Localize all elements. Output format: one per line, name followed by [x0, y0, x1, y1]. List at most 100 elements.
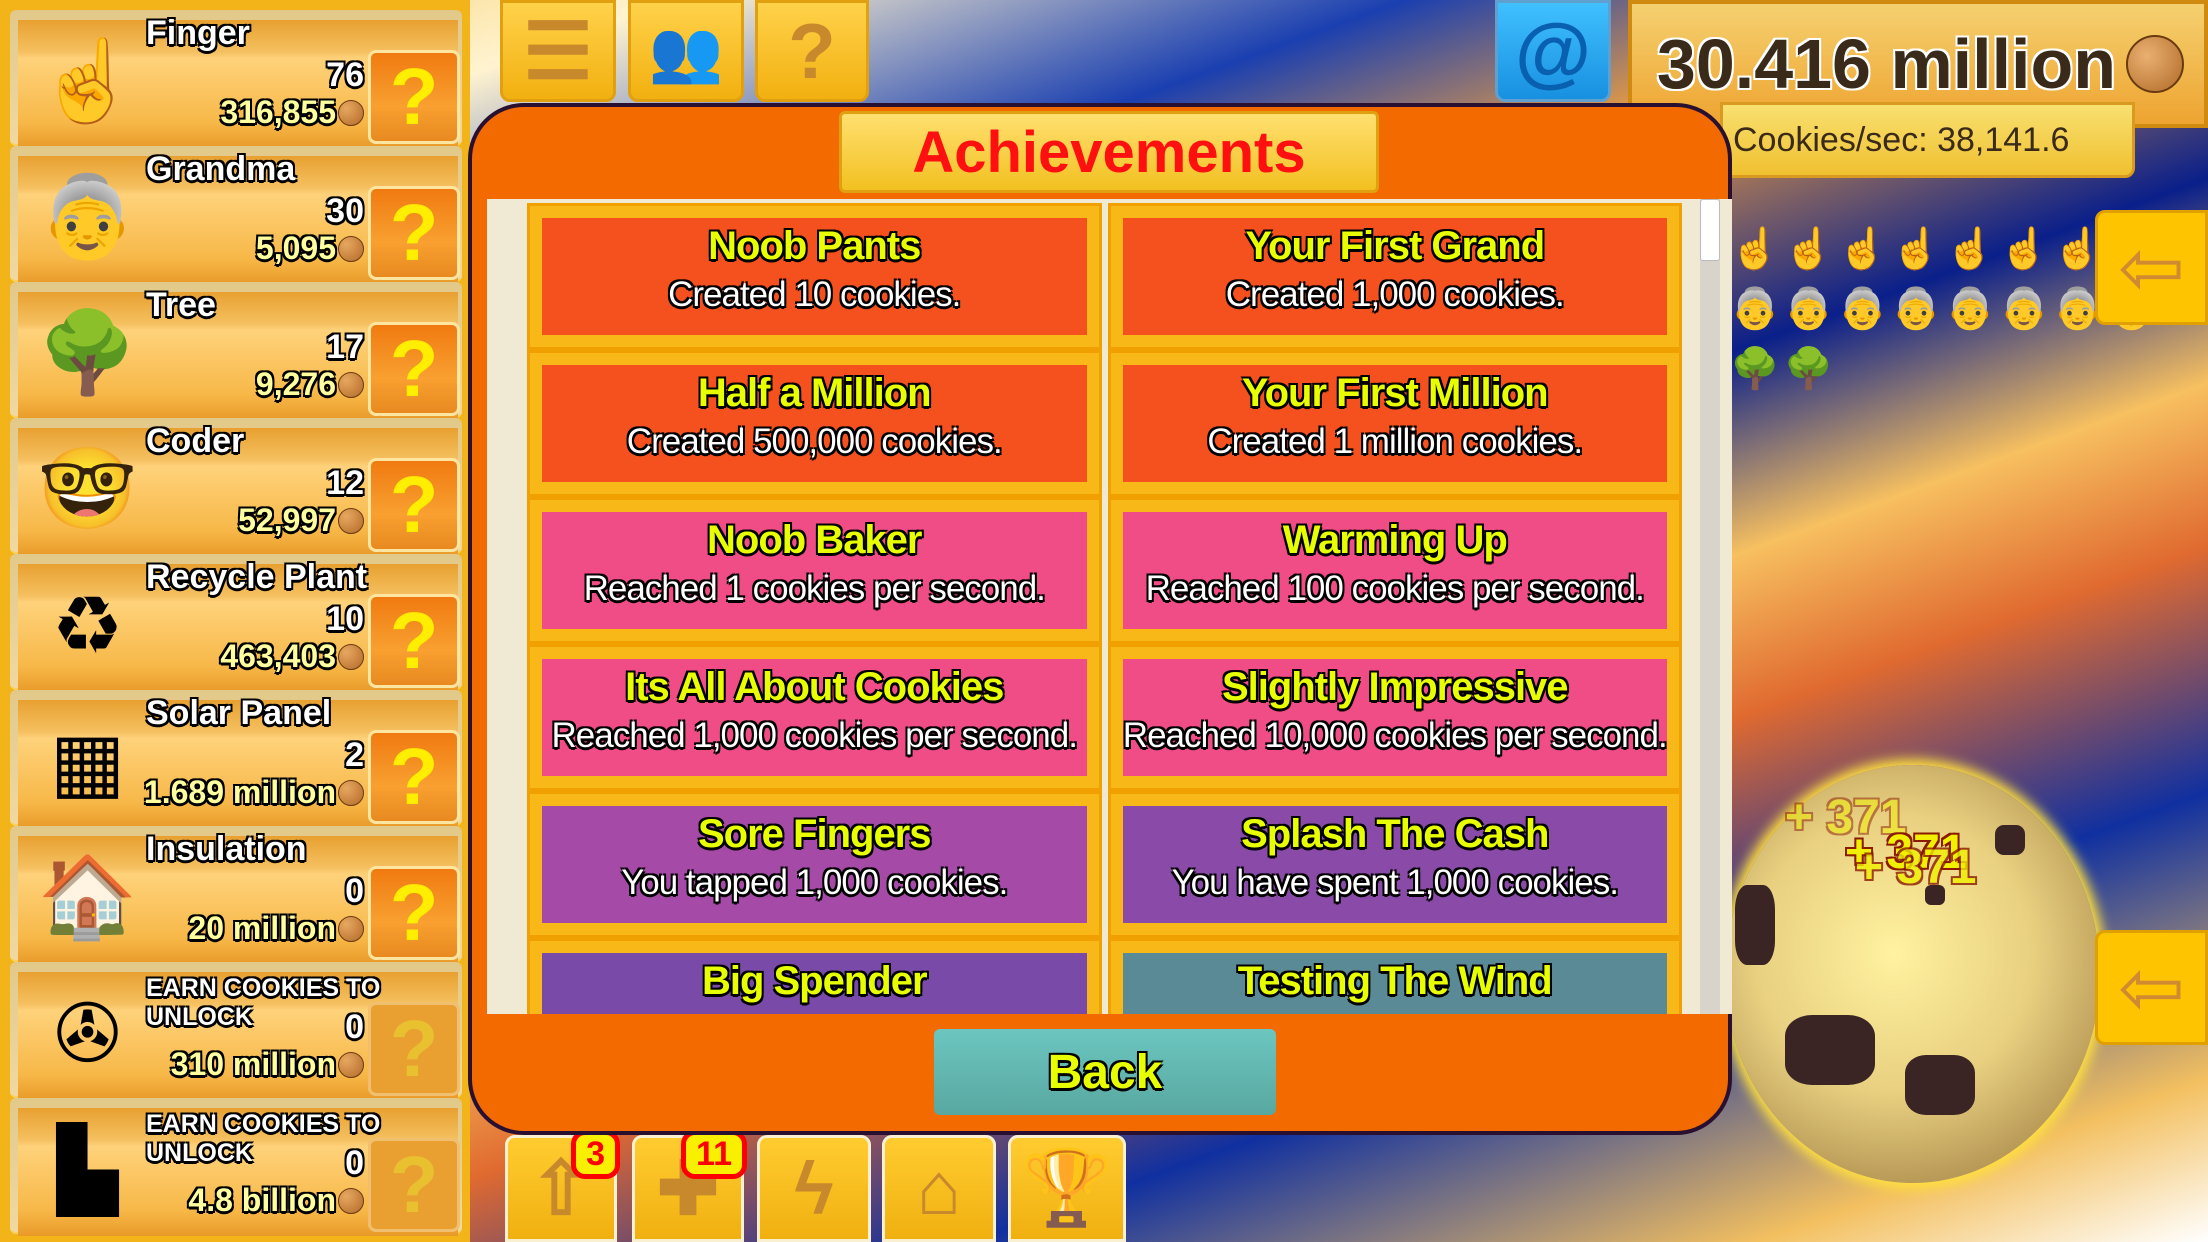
achievement-title: Noob Pants — [708, 224, 921, 268]
building-item[interactable]: ▦ Solar Panel 2 1.689 million ? — [10, 690, 462, 828]
achievement-card: Warming Up Reached 100 cookies per secon… — [1107, 497, 1682, 644]
cookie-icon — [338, 371, 364, 398]
achievement-card: Splash The Cash You have spent 1,000 coo… — [1107, 791, 1682, 938]
question-mark-icon: ? — [389, 324, 439, 413]
achievement-body: Your First Million Created 1 million coo… — [1122, 365, 1667, 482]
arrow-left-icon: ⇦ — [2117, 223, 2186, 312]
building-name: Coder — [146, 422, 245, 460]
info-button[interactable]: ? — [368, 866, 460, 960]
cookie-icon — [338, 1051, 364, 1078]
achievement-title: Warming Up — [1282, 518, 1508, 562]
shop-button[interactable]: ⌂ — [882, 1135, 996, 1242]
achievement-body: Your First Grand Created 1,000 cookies. — [1122, 218, 1667, 335]
achievement-card: Noob Baker Reached 1 cookies per second. — [527, 497, 1102, 644]
building-count: 30 — [326, 192, 364, 230]
price-value: 4.8 billion — [188, 1182, 336, 1218]
achievement-description: Created 1 million cookies. — [1207, 422, 1583, 461]
building-count: 0 — [345, 1008, 364, 1046]
achievements-dialog: Achievements Noob Pants Created 10 cooki… — [468, 103, 1732, 1135]
achievement-description: Created 1,000 cookies. — [1225, 275, 1565, 314]
house-icon: 🏠 — [37, 852, 138, 941]
question-mark-icon: ? — [389, 596, 439, 685]
building-price: 316,855 — [220, 94, 364, 131]
scrollbar[interactable] — [1700, 199, 1720, 1014]
building-count: 10 — [326, 600, 364, 638]
achievement-title: Slightly Impressive — [1221, 665, 1569, 709]
building-price: 310 million — [171, 1046, 364, 1083]
building-price: 52,997 — [238, 502, 364, 539]
question-mark-icon: ? — [389, 868, 439, 957]
expand-arrow-button-bottom[interactable]: ⇦ — [2095, 930, 2208, 1045]
social-button[interactable]: 👥 — [628, 0, 744, 102]
building-price: 9,276 — [256, 366, 364, 403]
question-mark-icon: ? — [389, 52, 439, 141]
building-item[interactable]: 🏠 Insulation 0 20 million ? — [10, 826, 462, 964]
price-value: 9,276 — [255, 366, 336, 402]
lightning-icon: ϟ — [794, 1147, 834, 1230]
price-value: 52,997 — [238, 502, 336, 538]
building-price: 463,403 — [220, 638, 364, 675]
price-value: 1.689 million — [143, 774, 336, 810]
info-button[interactable]: ? — [368, 1138, 460, 1232]
floating-gain: + 371 — [1855, 841, 1977, 894]
tree-row: 🌳🌳 — [1730, 347, 1838, 391]
boosts-badge: 11 — [681, 1130, 747, 1179]
achievement-card: Half a Million Created 500,000 cookies. — [527, 350, 1102, 497]
achievement-title: Your First Grand — [1245, 224, 1545, 268]
power-button[interactable]: ϟ — [757, 1135, 871, 1242]
building-item[interactable]: ☝ Finger 76 316,855 ? — [10, 10, 462, 148]
achievement-body: Slightly Impressive Reached 10,000 cooki… — [1122, 659, 1668, 776]
building-count: 76 — [326, 56, 364, 94]
boosts-button[interactable]: ✚ 11 — [632, 1130, 747, 1242]
question-mark-icon: ? — [389, 188, 439, 277]
achievement-list[interactable]: Noob Pants Created 10 cookies. Your Firs… — [487, 199, 1732, 1014]
cookie-icon — [338, 1187, 364, 1214]
info-button[interactable]: ? — [368, 458, 460, 552]
prestige-button[interactable]: @ — [1495, 0, 1611, 102]
building-item[interactable]: ♻ Recycle Plant 10 463,403 ? — [10, 554, 462, 692]
info-button[interactable]: ? — [368, 186, 460, 280]
back-button[interactable]: Back — [934, 1029, 1276, 1115]
dialog-title: Achievements — [839, 111, 1379, 193]
achievement-card: Its All About Cookies Reached 1,000 cook… — [527, 644, 1102, 791]
people-icon: 👥 — [648, 17, 724, 85]
building-item[interactable]: 🌳 Tree 17 9,276 ? — [10, 282, 462, 420]
achievement-description: Reached 100 cookies per second. — [1145, 569, 1645, 608]
building-item[interactable]: 🤓 Coder 12 52,997 ? — [10, 418, 462, 556]
building-shop-sidebar: ☝ Finger 76 316,855 ? 👵 Grandma 30 5,095… — [0, 0, 470, 1242]
achievement-title: Your First Million — [1241, 371, 1549, 415]
menu-button[interactable]: ☰ — [500, 0, 616, 102]
building-item[interactable]: ▙ EARN COOKIES TO UNLOCK 0 4.8 billion ? — [10, 1098, 462, 1236]
building-item[interactable]: ✇ EARN COOKIES TO UNLOCK 0 310 million ? — [10, 962, 462, 1100]
achievement-description: You tapped 1,000 cookies. — [621, 863, 1008, 902]
info-button[interactable]: ? — [368, 322, 460, 416]
achievements-button[interactable]: 🏆 — [1008, 1135, 1126, 1242]
menu-lines-icon: ☰ — [523, 6, 593, 95]
grandma-icon: 👵 — [37, 172, 138, 261]
achievement-body: Testing The Wind — [1122, 953, 1667, 1014]
achievement-description: Reached 1 cookies per second. — [583, 569, 1046, 608]
building-name: Grandma — [146, 150, 296, 188]
achievement-card: Your First Grand Created 1,000 cookies. — [1107, 203, 1682, 350]
achievement-body: Big Spender — [542, 953, 1087, 1014]
achievement-title: Half a Million — [697, 371, 932, 415]
cookie-icon — [2126, 35, 2184, 93]
building-count: 17 — [326, 328, 364, 366]
info-button[interactable]: ? — [368, 50, 460, 144]
info-button[interactable]: ? — [368, 594, 460, 688]
achievement-title: Sore Fingers — [697, 812, 932, 856]
achievement-body: Warming Up Reached 100 cookies per secon… — [1122, 512, 1667, 629]
upgrades-button[interactable]: ⇧ 3 — [505, 1130, 620, 1242]
expand-arrow-button-top[interactable]: ⇦ — [2095, 210, 2208, 325]
scrollbar-thumb[interactable] — [1700, 199, 1720, 261]
info-button[interactable]: ? — [368, 730, 460, 824]
achievement-description: You have spent 1,000 cookies. — [1171, 863, 1619, 902]
building-name: Insulation — [146, 830, 307, 868]
cookie-icon — [338, 643, 364, 670]
building-price: 20 million — [188, 910, 364, 947]
building-item[interactable]: 👵 Grandma 30 5,095 ? — [10, 146, 462, 284]
achievement-card: Sore Fingers You tapped 1,000 cookies. — [527, 791, 1102, 938]
help-button[interactable]: ? — [755, 0, 869, 102]
info-button[interactable]: ? — [368, 1002, 460, 1096]
building-count: 0 — [345, 1144, 364, 1182]
